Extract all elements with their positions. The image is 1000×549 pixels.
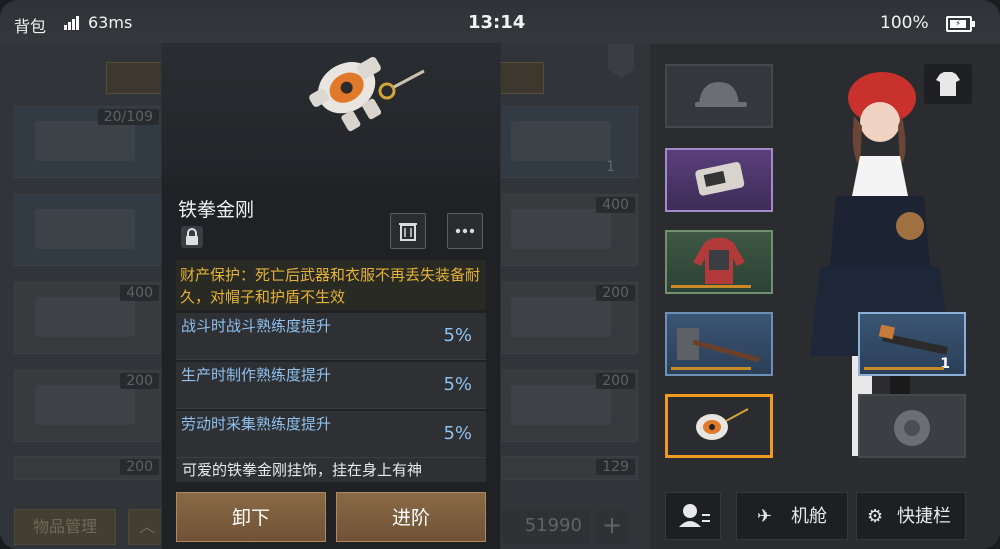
clock: 13:14 xyxy=(468,12,526,33)
item-preview xyxy=(162,43,500,183)
accessory-slot-selected[interactable] xyxy=(665,394,773,458)
armor-piece-icon xyxy=(894,410,930,446)
stat-row: 战斗时战斗熟练度提升 5% xyxy=(176,313,486,360)
profile-card-icon xyxy=(679,504,710,527)
discard-button[interactable] xyxy=(390,213,426,249)
stat-row: 生产时制作熟练度提升 5% xyxy=(176,362,486,409)
robot-keychain-icon xyxy=(309,56,425,132)
more-icon xyxy=(455,228,475,234)
advance-button[interactable]: 进阶 xyxy=(336,492,486,542)
more-options-button[interactable] xyxy=(447,213,483,249)
robot-keychain-icon xyxy=(696,408,749,440)
trash-icon xyxy=(399,223,417,241)
cabin-label: 机舱 xyxy=(791,506,827,527)
battery-percent: 100% xyxy=(880,13,929,33)
lock-icon[interactable] xyxy=(181,226,203,248)
gear-grid-icon: ⚙ xyxy=(867,506,884,527)
game-screen: 背包 63ms 13:14 100% ⚡ 20/109 1 400 400 20… xyxy=(0,0,1000,549)
equipment-panel: 1 ✈ 机舱 ⚙ 快捷栏 xyxy=(650,44,1000,549)
signal-icon xyxy=(64,16,80,30)
ping-text: 63ms xyxy=(88,13,133,32)
durability-bar xyxy=(671,285,751,288)
cabin-button[interactable]: ✈ 机舱 xyxy=(736,492,848,540)
item-title: 铁拳金刚 xyxy=(178,199,255,221)
device-icon xyxy=(695,162,745,196)
profile-button[interactable] xyxy=(665,492,721,540)
battery-icon: ⚡ xyxy=(946,16,975,32)
tool-slot[interactable] xyxy=(665,312,773,376)
item-detail-popup: 铁拳金刚 财产保护：死亡后武器和衣服不再丢失装备耐久，对帽子和护盾不生效 战斗时… xyxy=(161,43,501,549)
shortcut-bar-button[interactable]: ⚙ 快捷栏 xyxy=(856,492,966,540)
drone-icon: ✈ xyxy=(757,506,773,527)
stat-label: 战斗时战斗熟练度提升 xyxy=(181,317,332,335)
shortcut-label: 快捷栏 xyxy=(897,506,951,527)
stat-value: 5% xyxy=(443,325,472,346)
status-title: 背包 xyxy=(14,17,47,36)
durability-bar xyxy=(864,367,944,370)
armor-slot[interactable] xyxy=(665,230,773,294)
status-bar: 背包 63ms 13:14 100% ⚡ xyxy=(0,0,1000,44)
hat-slot[interactable] xyxy=(665,64,773,128)
stat-row: 劳动时采集熟练度提升 5% xyxy=(176,411,486,458)
durability-bar xyxy=(671,367,751,370)
shield-slot[interactable] xyxy=(858,394,966,458)
unequip-button[interactable]: 卸下 xyxy=(176,492,326,542)
property-protection-note: 财产保护：死亡后武器和衣服不再丢失装备耐久，对帽子和护盾不生效 xyxy=(176,260,486,310)
stat-label: 劳动时采集熟练度提升 xyxy=(181,415,332,433)
stat-label: 生产时制作熟练度提升 xyxy=(181,366,332,384)
gadget-slot[interactable] xyxy=(665,148,773,212)
stat-value: 5% xyxy=(443,423,472,444)
item-description: 可爱的铁拳金刚挂饰，挂在身上有神 xyxy=(176,458,486,482)
cap-icon xyxy=(695,82,747,107)
axe-icon xyxy=(677,328,760,363)
weapon-slot[interactable]: 1 xyxy=(858,312,966,376)
stat-value: 5% xyxy=(443,374,472,395)
jacket-icon xyxy=(693,238,745,284)
